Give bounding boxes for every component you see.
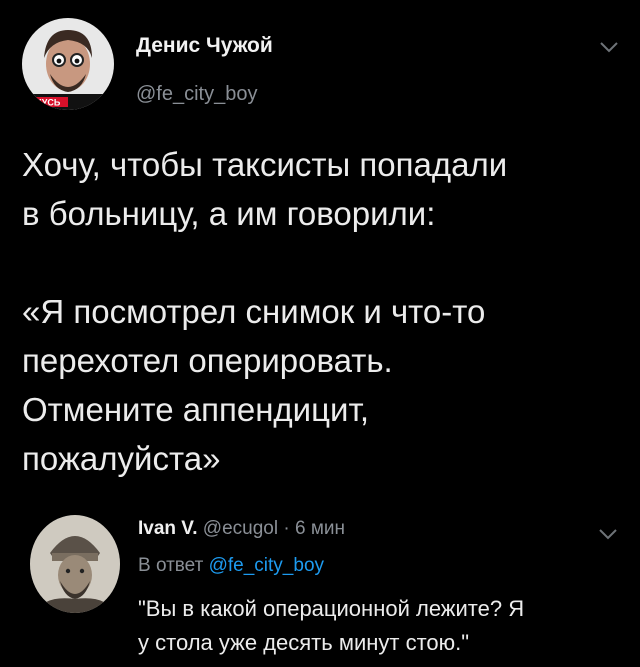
tweet-text-line: пожалуйста» [22, 440, 221, 477]
reply-tweet: Ivan V. @ecugol · 6 мин В ответ @fe_city… [0, 500, 640, 667]
author-handle[interactable]: @fe_city_boy [136, 83, 257, 106]
author-name[interactable]: Денис Чужой [136, 34, 273, 58]
reply-text-line: у стола уже десять минут стою." [138, 630, 470, 655]
reply-to-line: В ответ @fe_city_boy [138, 555, 324, 577]
avatar-caption: КУСЬ [36, 98, 61, 108]
reply-author-handle[interactable]: @ecugol [203, 518, 278, 539]
author-avatar-image: КУСЬ [22, 18, 114, 110]
tweet-text-line: «Я посмотрел снимок и что-то [22, 293, 486, 330]
reply-avatar[interactable] [30, 515, 120, 613]
author-avatar[interactable]: КУСЬ [22, 18, 114, 110]
tweet-text-line: Хочу, чтобы таксисты попадали [22, 146, 508, 183]
reply-to-label: В ответ [138, 555, 204, 576]
chevron-down-icon[interactable] [598, 40, 620, 54]
tweet-text-line: в больницу, а им говорили: [22, 195, 436, 232]
reply-text: "Вы в какой операционной лежите? Я у сто… [138, 592, 628, 660]
reply-author-name[interactable]: Ivan V. [138, 518, 198, 539]
tweet-text-line: Отмените аппендицит, [22, 391, 370, 428]
tweet-text-line: перехотел оперировать. [22, 342, 393, 379]
reply-to-handle-link[interactable]: @fe_city_boy [209, 555, 324, 576]
tweet-text: Хочу, чтобы таксисты попадали в больницу… [22, 140, 622, 483]
reply-text-line: "Вы в какой операционной лежите? Я [138, 596, 525, 621]
reply-header: Ivan V. @ecugol · 6 мин [138, 518, 345, 540]
reply-timestamp[interactable]: 6 мин [295, 518, 345, 539]
reply-avatar-image [30, 515, 120, 613]
chevron-down-icon[interactable] [597, 527, 619, 541]
reply-separator: · [283, 518, 290, 539]
